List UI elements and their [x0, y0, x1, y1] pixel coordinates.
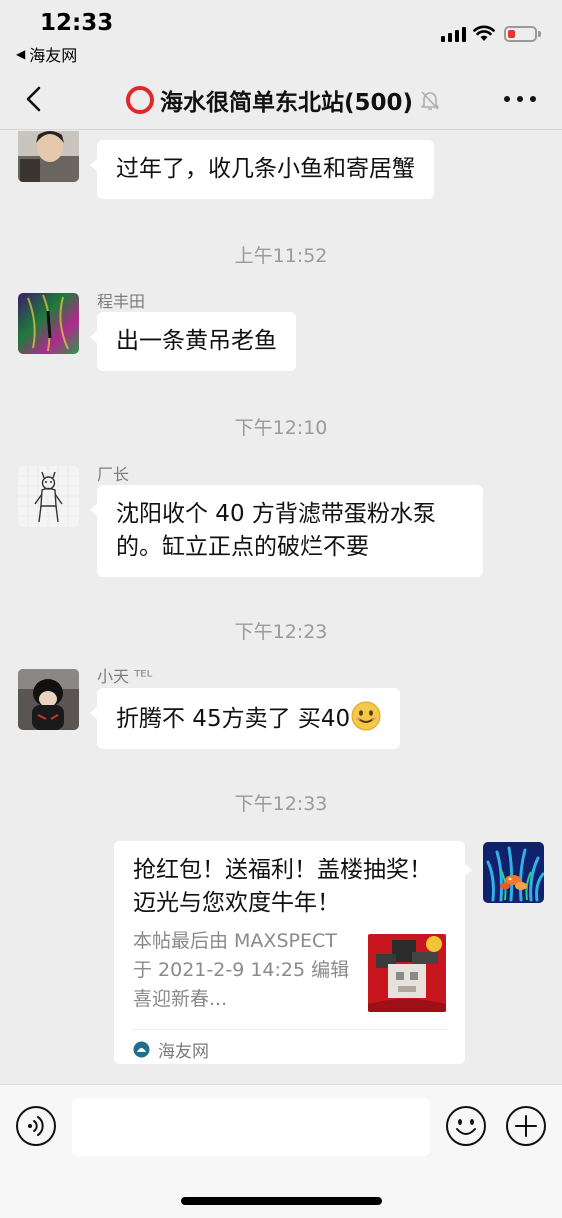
- message-bubble[interactable]: 出一条黄吊老鱼: [90, 312, 296, 371]
- link-card-title: 抢红包！送福利！盖楼抽奖！迈光与您欢度牛年！: [133, 857, 432, 916]
- more-options-button[interactable]: [504, 90, 536, 108]
- message-bubble[interactable]: 沈阳收个 40 方背滤带蛋粉水泵的。缸立正点的破烂不要: [90, 485, 483, 577]
- message-bubble[interactable]: 折腾不 45方卖了 买40: [89, 688, 401, 749]
- timestamp: 下午12:10: [234, 417, 328, 439]
- avatar[interactable]: [18, 466, 79, 527]
- link-card-source-name: 海友网: [158, 1042, 209, 1062]
- chat-title: 海水很简单东北站(500): [160, 90, 414, 116]
- message-bubble[interactable]: 过年了，收几条小鱼和寄居蟹: [90, 140, 434, 199]
- link-card-divider: [133, 1029, 446, 1030]
- status-bar: 12:33 ◀ 海友网: [0, 0, 562, 70]
- home-indicator[interactable]: [181, 1197, 382, 1205]
- back-triangle-icon: ◀: [16, 47, 26, 61]
- back-app-label: 海友网: [29, 46, 78, 65]
- wifi-icon: [473, 25, 495, 41]
- haiyou-logo-icon: [133, 1041, 150, 1058]
- battery-icon: [504, 26, 541, 42]
- link-card-source: 海友网: [133, 1037, 209, 1062]
- link-card-thumbnail: [368, 934, 446, 1012]
- chat-title-group[interactable]: 海水很简单东北站(500): [126, 82, 441, 118]
- message-text: 沈阳收个 40 方背滤带蛋粉水泵的。缸立正点的破烂不要: [116, 501, 436, 560]
- avatar[interactable]: [18, 131, 79, 182]
- avatar[interactable]: [18, 293, 79, 354]
- message-text: 过年了，收几条小鱼和寄居蟹: [116, 156, 415, 182]
- plus-icon[interactable]: [505, 1105, 547, 1147]
- timestamp: 下午12:33: [234, 793, 328, 815]
- avatar[interactable]: [483, 842, 544, 903]
- avatar[interactable]: [18, 669, 79, 730]
- voice-icon[interactable]: [15, 1105, 57, 1147]
- cellular-signal-icon: [441, 27, 466, 42]
- back-to-app-link[interactable]: ◀ 海友网: [16, 42, 77, 66]
- message-input[interactable]: [72, 1098, 430, 1156]
- link-card-description: 本帖最后由 MAXSPECT 于 2021-2-9 14:25 编辑 喜迎新春.…: [133, 930, 350, 1010]
- message-text: 折腾不 45方卖了 买40: [116, 706, 351, 732]
- sender-name: 厂长: [97, 465, 130, 484]
- timestamp: 下午12:23: [234, 621, 328, 643]
- smiling-face-emoji: [351, 701, 381, 731]
- sender-name: 程丰田: [97, 292, 146, 311]
- status-time: 12:33: [40, 10, 114, 36]
- timestamp: 上午11:52: [234, 245, 328, 267]
- link-card[interactable]: 抢红包！送福利！盖楼抽奖！迈光与您欢度牛年！ 本帖最后由 MAXSPECT 于 …: [114, 841, 472, 1064]
- red-ring-icon: [126, 86, 154, 114]
- emoji-icon[interactable]: [445, 1105, 487, 1147]
- bell-muted-icon: [421, 91, 439, 110]
- message-text: 出一条黄吊老鱼: [116, 328, 277, 354]
- chat-header: 海水很简单东北站(500): [0, 70, 562, 130]
- sender-name: 小天 ᵀᴱᴸ: [97, 667, 153, 686]
- chat-message-list[interactable]: 过年了，收几条小鱼和寄居蟹 上午11:52 程丰田 出一条黄吊老鱼 下午12:1…: [0, 131, 562, 1084]
- chevron-left-icon[interactable]: [20, 84, 50, 114]
